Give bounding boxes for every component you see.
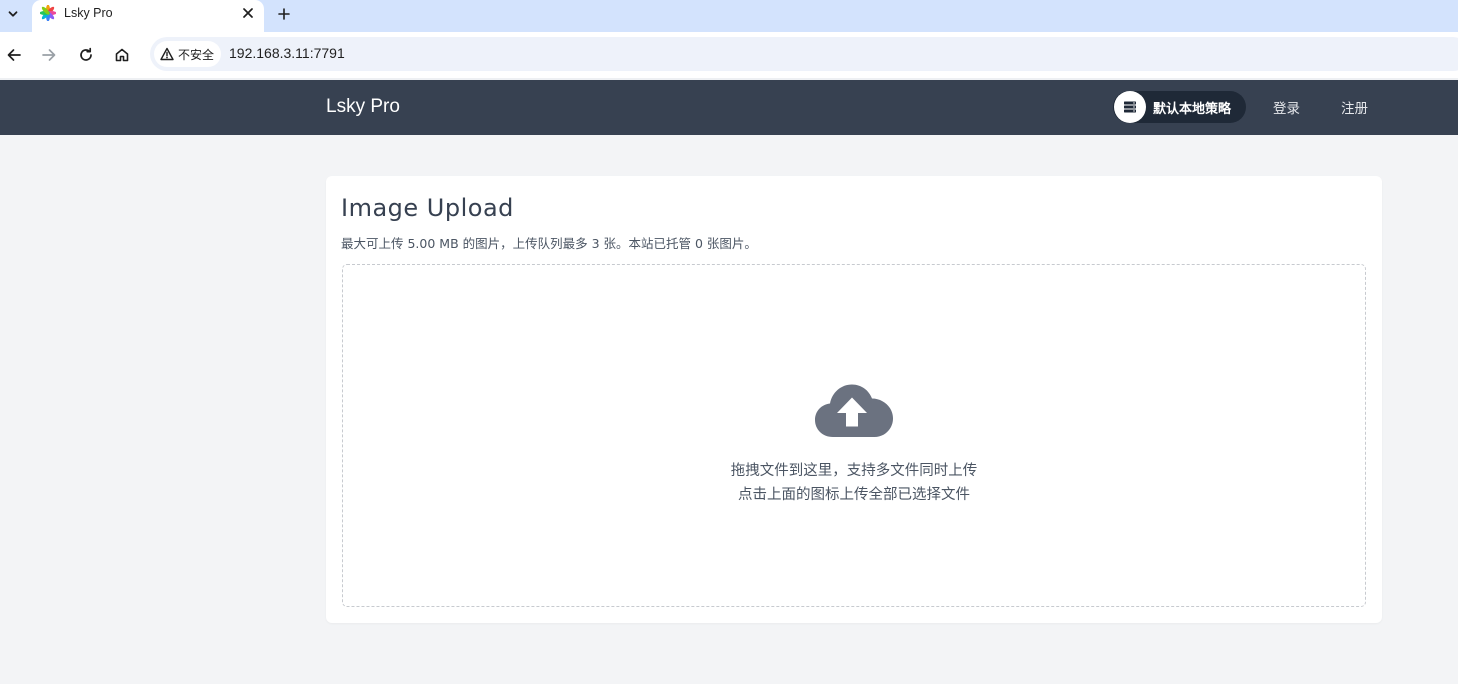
address-bar[interactable]: 不安全 192.168.3.11:7791 [150, 37, 1458, 71]
login-link[interactable]: 登录 [1273, 97, 1300, 117]
plus-icon [278, 8, 290, 20]
back-button[interactable] [2, 43, 26, 67]
server-icon [1114, 91, 1146, 123]
reload-icon [80, 47, 92, 61]
upload-card: Image Upload 最大可上传 5.00 MB 的图片，上传队列最多 3 … [326, 176, 1382, 623]
security-chip[interactable]: 不安全 [154, 41, 222, 67]
warning-triangle-icon [160, 47, 174, 61]
strategy-selector[interactable]: 默认本地策略 [1113, 91, 1246, 123]
home-icon [115, 48, 129, 62]
url-text[interactable]: 192.168.3.11:7791 [229, 45, 345, 61]
cloud-upload-icon[interactable] [815, 383, 893, 439]
close-icon [243, 8, 253, 18]
tab-title: Lsky Pro [64, 6, 113, 20]
new-tab-button[interactable] [274, 4, 294, 24]
dropzone-hint-click: 点击上面的图标上传全部已选择文件 [738, 487, 970, 503]
arrow-right-icon [42, 49, 56, 61]
brand-logo-text[interactable]: Lsky Pro [326, 96, 400, 118]
page-title: Image Upload [341, 194, 514, 222]
tab-search-button[interactable] [2, 3, 24, 25]
browser-toolbar: 不安全 192.168.3.11:7791 [0, 32, 1458, 78]
security-label: 不安全 [178, 47, 215, 62]
lsky-flower-icon [40, 5, 56, 21]
app-navbar: Lsky Pro 默认本地策略 登录 注册 [0, 80, 1458, 135]
register-link[interactable]: 注册 [1341, 97, 1368, 117]
dropzone-hint-drag: 拖拽文件到这里，支持多文件同时上传 [730, 463, 978, 479]
chevron-down-icon [8, 11, 18, 17]
strategy-label: 默认本地策略 [1153, 101, 1232, 117]
forward-button[interactable] [37, 43, 61, 67]
reload-button[interactable] [74, 43, 98, 67]
arrow-left-icon [7, 49, 21, 61]
home-button[interactable] [110, 43, 134, 67]
tab-close-button[interactable] [239, 4, 257, 22]
browser-tab-strip: Lsky Pro [0, 0, 1458, 32]
browser-tab[interactable]: Lsky Pro [32, 0, 264, 32]
upload-dropzone[interactable]: 拖拽文件到这里，支持多文件同时上传 点击上面的图标上传全部已选择文件 [342, 264, 1366, 607]
upload-limits-text: 最大可上传 5.00 MB 的图片，上传队列最多 3 张。本站已托管 0 张图片… [341, 236, 757, 251]
